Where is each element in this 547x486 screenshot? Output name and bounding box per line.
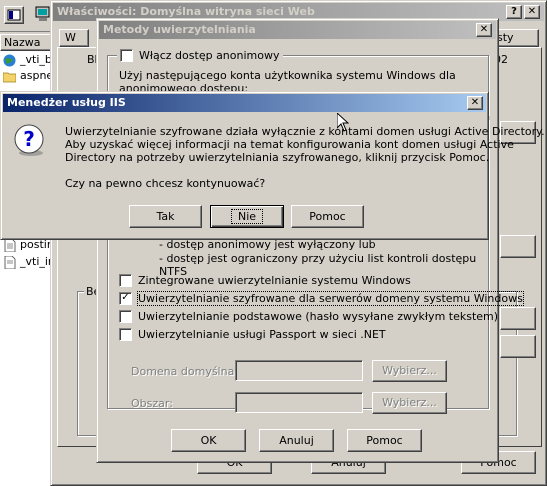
yes-button[interactable]: Tak bbox=[129, 205, 202, 228]
auth-window: Metody uwierzytelniania ✕ Włącz dostęp a… bbox=[96, 18, 524, 463]
integrated-row[interactable]: Zintegrowane uwierzytelnianie systemu Wi… bbox=[119, 271, 411, 289]
help-button[interactable]: Pomoc bbox=[291, 205, 364, 228]
realm-input bbox=[235, 392, 363, 413]
confirm-dialog: Menedżer usług IIS ✕ ? Uwierzytelnianie … bbox=[0, 91, 545, 240]
tab-partial[interactable]: W bbox=[59, 29, 89, 47]
cursor-icon bbox=[337, 113, 349, 132]
globe-folder-icon bbox=[3, 54, 16, 67]
view-icon[interactable] bbox=[4, 6, 24, 24]
dialog-question: Czy na pewno chcesz kontynuować? bbox=[65, 177, 266, 190]
digest-checkbox[interactable]: ✓ bbox=[119, 291, 132, 305]
passport-checkbox[interactable] bbox=[119, 327, 132, 341]
dialog-message: Uwierzytelnianie szyfrowane działa wyłąc… bbox=[65, 125, 545, 138]
anon-text: Użyj następującego konta użytkownika sys… bbox=[119, 69, 456, 82]
question-icon: ? bbox=[14, 124, 44, 156]
folder-icon bbox=[3, 72, 16, 83]
auth-titlebar: Metody uwierzytelniania ✕ bbox=[99, 21, 496, 39]
help-button[interactable]: ? bbox=[506, 5, 522, 19]
list-item[interactable]: _vti_in bbox=[0, 254, 55, 270]
dialog-message: Directory na potrzeby uwierzytelniania s… bbox=[65, 151, 490, 164]
close-icon[interactable]: ✕ bbox=[467, 96, 483, 110]
integrated-checkbox[interactable] bbox=[119, 273, 132, 287]
properties-title: Właściwości: Domyślna witryna sieci Web bbox=[57, 5, 315, 18]
basic-checkbox[interactable] bbox=[119, 309, 132, 323]
domain-input bbox=[235, 360, 363, 381]
cancel-button[interactable]: Anuluj bbox=[259, 429, 334, 452]
svg-text:?: ? bbox=[23, 127, 35, 151]
file-icon bbox=[4, 239, 16, 252]
close-icon[interactable]: ✕ bbox=[476, 23, 492, 37]
dialog-message: Aby uzyskać więcej informacji na temat k… bbox=[65, 138, 514, 151]
side-button[interactable] bbox=[500, 307, 536, 330]
ok-button[interactable]: OK bbox=[171, 429, 246, 452]
file-icon bbox=[4, 256, 16, 269]
anonymous-checkbox[interactable] bbox=[120, 48, 133, 62]
side-button[interactable] bbox=[500, 335, 536, 358]
help-button[interactable]: Pomoc bbox=[347, 429, 422, 452]
close-icon[interactable]: ✕ bbox=[524, 5, 540, 19]
no-button[interactable]: Nie bbox=[210, 205, 284, 228]
list-item[interactable]: _vti_bi bbox=[0, 52, 55, 68]
digest-row[interactable]: ✓ Uwierzytelnianie szyfrowane dla serwer… bbox=[119, 289, 524, 307]
column-header-name[interactable]: Nazwa bbox=[0, 34, 56, 51]
side-button[interactable] bbox=[500, 235, 536, 258]
auth-title: Metody uwierzytelniania bbox=[103, 23, 256, 36]
anonymous-checkbox-row[interactable]: Włącz dostęp anonimowy bbox=[117, 46, 283, 64]
select-domain-button: Wybierz... bbox=[372, 360, 447, 382]
passport-row[interactable]: Uwierzytelnianie usługi Passport w sieci… bbox=[119, 325, 386, 343]
select-realm-button: Wybierz... bbox=[372, 392, 447, 414]
dialog-titlebar: Menedżer usług IIS ✕ bbox=[3, 94, 486, 112]
list-item[interactable]: aspnet bbox=[0, 68, 56, 84]
dialog-title: Menedżer usług IIS bbox=[7, 96, 126, 109]
realm-label: Obszar: bbox=[131, 397, 173, 410]
basic-row[interactable]: Uwierzytelnianie podstawowe (hasło wysył… bbox=[119, 307, 498, 325]
domain-label: Domena domyślna: bbox=[131, 365, 239, 378]
